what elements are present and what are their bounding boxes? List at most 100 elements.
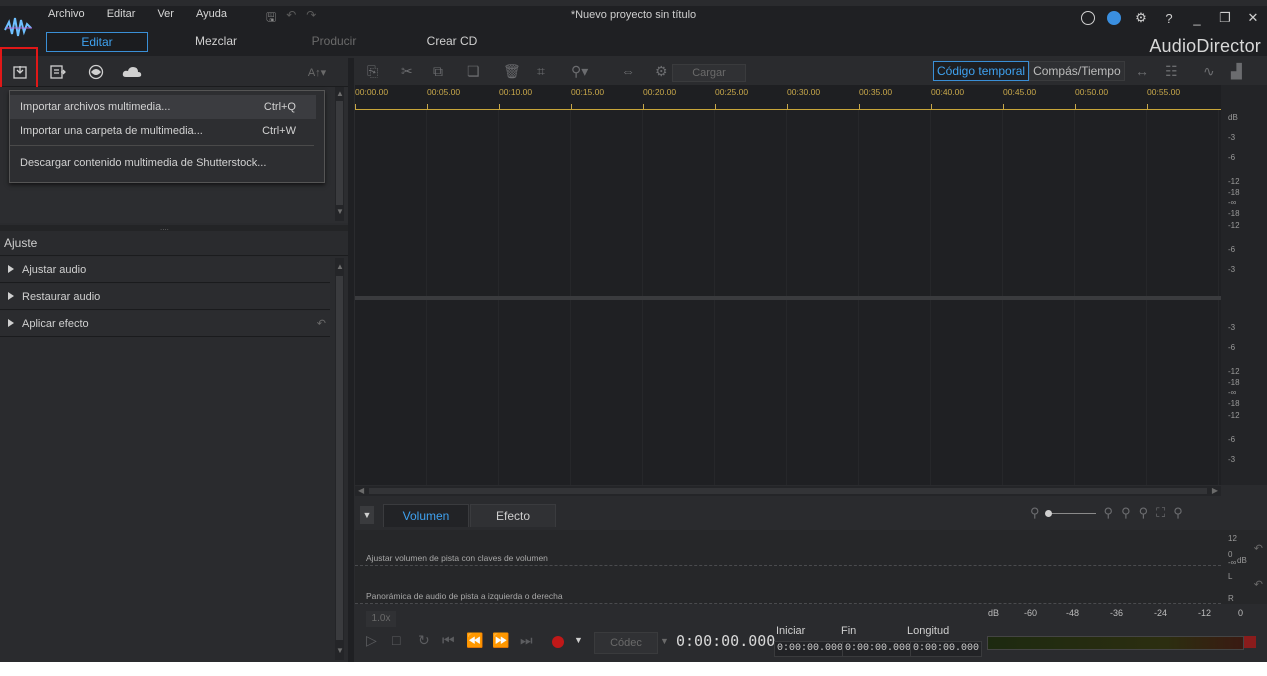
scroll-left-icon[interactable]: ◀ bbox=[358, 486, 364, 495]
timecode-mode-button[interactable]: Código temporal bbox=[933, 61, 1030, 81]
cut-icon[interactable]: ✂ bbox=[401, 63, 413, 80]
account-icon[interactable] bbox=[1081, 11, 1095, 25]
beat-mode-button[interactable]: Compás/Tiempo bbox=[1029, 61, 1125, 81]
reset-pan-icon[interactable]: ↶ bbox=[1254, 578, 1263, 591]
rewind-icon[interactable]: ⏪ bbox=[466, 632, 483, 649]
waveform-track-1[interactable] bbox=[355, 110, 1221, 296]
db-scale-label: -18 bbox=[1228, 399, 1240, 408]
menu-bar: Archivo Editar Ver Ayuda bbox=[40, 8, 241, 24]
record-options-icon[interactable]: ▼ bbox=[574, 635, 583, 645]
notification-icon[interactable] bbox=[1107, 11, 1121, 25]
db-scale-label: -∞ bbox=[1228, 198, 1237, 207]
adjust-row-aplicar-efecto[interactable]: Aplicar efecto ↶ bbox=[0, 311, 330, 337]
tab-editar[interactable]: Editar bbox=[46, 32, 148, 52]
tab-efecto[interactable]: Efecto bbox=[470, 504, 556, 527]
adjust-scroll-thumb[interactable] bbox=[336, 276, 343, 640]
collapse-panel-button[interactable]: ▼ bbox=[360, 506, 374, 524]
library-scroll-thumb[interactable] bbox=[336, 101, 343, 205]
volume-envelope-lane[interactable]: Ajustar volumen de pista con claves de v… bbox=[355, 530, 1221, 566]
selection-length-value[interactable]: 0:00:00.000 bbox=[910, 641, 983, 657]
fit-view-icon[interactable]: ⛶ bbox=[1156, 505, 1165, 521]
scroll-up-icon[interactable]: ▲ bbox=[336, 89, 344, 98]
menu-ver[interactable]: Ver bbox=[149, 8, 188, 24]
snap-icon[interactable]: ↔ bbox=[1135, 63, 1149, 79]
tab-volumen[interactable]: Volumen bbox=[383, 504, 469, 527]
scroll-up-icon[interactable]: ▲ bbox=[336, 262, 344, 271]
delete-icon[interactable]: 🗑 bbox=[503, 63, 521, 80]
undo-icon[interactable]: ↶ bbox=[286, 8, 296, 29]
timeline-ruler[interactable]: 00:00.00 00:05.00 00:10.00 00:15.00 00:20.00… bbox=[355, 85, 1221, 110]
db-scale-label: -6 bbox=[1228, 153, 1236, 162]
selection-end-value[interactable]: 0:00:00.000 bbox=[842, 641, 915, 657]
tab-mezclar[interactable]: Mezclar bbox=[166, 32, 266, 50]
volume-envelope-label: Ajustar volumen de pista con claves de v… bbox=[366, 553, 548, 563]
codec-dropdown-icon[interactable]: ▼ bbox=[660, 636, 669, 646]
menu-editar[interactable]: Editar bbox=[99, 8, 150, 24]
play-icon[interactable]: ▷ bbox=[366, 632, 377, 649]
vertical-splitter[interactable] bbox=[348, 58, 354, 662]
db-scale-label: -6 bbox=[1228, 245, 1236, 254]
timeline-scroll-thumb[interactable] bbox=[369, 488, 1207, 494]
scroll-down-icon[interactable]: ▼ bbox=[336, 646, 344, 655]
close-icon[interactable]: ✕ bbox=[1245, 10, 1261, 26]
plugin-icon[interactable]: ⚙ bbox=[655, 63, 668, 80]
go-start-icon[interactable]: ⏮ bbox=[442, 632, 455, 649]
zoom-vertical-icon[interactable]: ⚲ bbox=[1121, 505, 1131, 521]
paste-icon[interactable]: ❏ bbox=[467, 63, 480, 80]
adjust-scrollbar[interactable]: ▲ ▼ bbox=[335, 258, 344, 660]
spectrum-view-icon[interactable]: ▟ bbox=[1231, 63, 1242, 80]
library-scrollbar[interactable]: ▲ ▼ bbox=[335, 87, 344, 221]
panel-splitter[interactable]: .... bbox=[0, 224, 348, 232]
zoom-out-icon[interactable]: ⚲ bbox=[1030, 505, 1040, 521]
trim-icon[interactable]: ⌗ bbox=[537, 63, 545, 80]
split-icon[interactable]: ⇔ bbox=[621, 63, 635, 79]
adjust-row-ajustar-audio[interactable]: Ajustar audio bbox=[0, 257, 330, 283]
zoom-in-icon[interactable]: ⚲ bbox=[1104, 505, 1114, 521]
redo-icon[interactable]: ↷ bbox=[306, 8, 316, 29]
zoom-slider-knob[interactable] bbox=[1044, 509, 1052, 517]
timeline-scrollbar[interactable]: ◀ ▶ bbox=[355, 486, 1221, 496]
settings-icon[interactable]: ⚙ bbox=[1133, 10, 1149, 26]
restore-icon[interactable]: ❐ bbox=[1217, 10, 1233, 26]
waveform-view-icon[interactable]: ∿ bbox=[1203, 63, 1215, 80]
ruler-tick-label: 00:30.00 bbox=[787, 87, 821, 97]
zoom-slider[interactable] bbox=[1044, 509, 1096, 517]
zoom-fit-icon[interactable]: ⚲ bbox=[1173, 505, 1183, 521]
tab-producir[interactable]: Producir bbox=[284, 32, 384, 50]
copy-icon[interactable]: ⧉ bbox=[433, 63, 443, 80]
new-file-icon[interactable]: ⎘ bbox=[367, 63, 378, 80]
help-icon[interactable]: ? bbox=[1161, 11, 1177, 26]
go-end-icon[interactable]: ⏭ bbox=[520, 632, 533, 649]
reset-volume-icon[interactable]: ↶ bbox=[1254, 542, 1263, 555]
zoom-selection-icon[interactable]: ⚲ bbox=[1139, 505, 1149, 521]
reset-icon[interactable]: ↶ bbox=[317, 311, 326, 337]
scroll-right-icon[interactable]: ▶ bbox=[1212, 486, 1218, 495]
playback-speed[interactable]: 1.0x bbox=[366, 611, 396, 627]
selection-start-value[interactable]: 0:00:00.000 bbox=[774, 641, 847, 657]
stock-media-icon[interactable] bbox=[84, 62, 108, 82]
cloud-icon[interactable] bbox=[120, 62, 144, 82]
tab-crear-cd[interactable]: Crear CD bbox=[402, 32, 502, 50]
menu-import-folder[interactable]: Importar una carpeta de multimedia... Ct… bbox=[10, 119, 316, 143]
stop-icon[interactable]: □ bbox=[392, 632, 400, 648]
load-button[interactable]: Cargar bbox=[672, 64, 746, 82]
status-bar bbox=[0, 662, 1267, 676]
adjust-row-restaurar-audio[interactable]: Restaurar audio bbox=[0, 284, 330, 310]
save-icon[interactable]: 🖫 bbox=[266, 8, 276, 29]
menu-import-files[interactable]: Importar archivos multimedia... Ctrl+Q bbox=[10, 95, 316, 119]
minimize-icon[interactable]: _ bbox=[1189, 11, 1205, 26]
codec-button[interactable]: Códec bbox=[594, 632, 658, 654]
record-button[interactable] bbox=[552, 636, 564, 648]
loop-icon[interactable]: ↻ bbox=[418, 632, 430, 649]
scroll-down-icon[interactable]: ▼ bbox=[336, 207, 344, 216]
text-size-icon[interactable]: A↑▾ bbox=[300, 62, 334, 82]
marker-icon[interactable]: ⚲▾ bbox=[571, 63, 588, 80]
menu-download-shutterstock[interactable]: Descargar contenido multimedia de Shutte… bbox=[10, 151, 316, 175]
fast-forward-icon[interactable]: ⏩ bbox=[492, 632, 509, 649]
pan-envelope-lane[interactable]: Panorámica de audio de pista a izquierda… bbox=[355, 568, 1221, 604]
waveform-track-2[interactable] bbox=[355, 300, 1221, 485]
menu-ayuda[interactable]: Ayuda bbox=[188, 8, 241, 24]
grid-icon[interactable]: ☷ bbox=[1165, 63, 1178, 80]
menu-archivo[interactable]: Archivo bbox=[40, 8, 99, 24]
capture-icon[interactable] bbox=[46, 62, 70, 82]
